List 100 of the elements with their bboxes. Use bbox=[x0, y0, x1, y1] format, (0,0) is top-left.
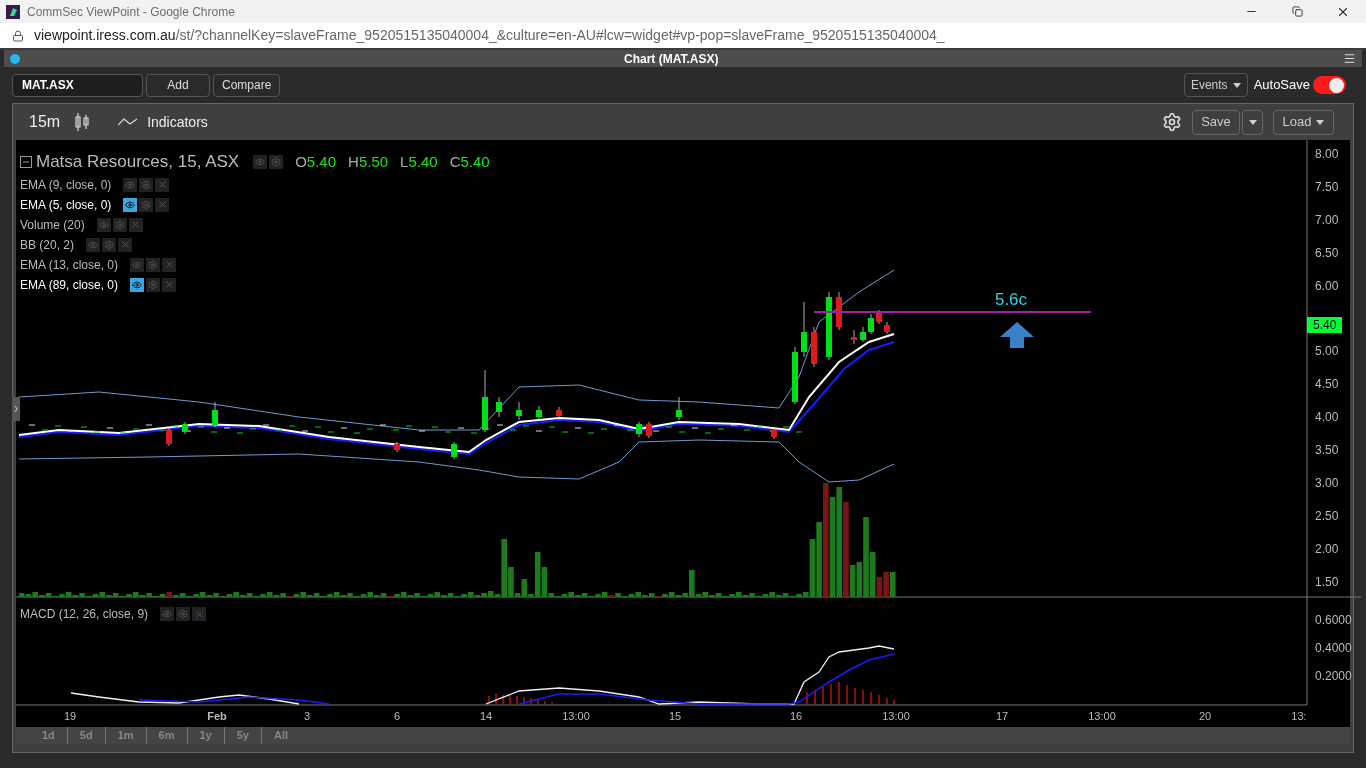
events-dropdown[interactable]: Events bbox=[1183, 73, 1248, 97]
window-title: CommSec ViewPoint - Google Chrome bbox=[27, 3, 235, 21]
price-axis-label: 3.00 bbox=[1315, 476, 1339, 490]
study-label: Volume (20) bbox=[20, 216, 85, 234]
price-axis-label: 5.00 bbox=[1315, 344, 1339, 359]
save-options-button[interactable] bbox=[1242, 109, 1263, 135]
time-axis-label: Feb bbox=[207, 710, 227, 722]
symbol-field[interactable]: MAT.ASX bbox=[12, 73, 143, 97]
settings-button[interactable] bbox=[146, 257, 161, 272]
eye-icon bbox=[98, 219, 109, 230]
toolbar-button[interactable]: Compare bbox=[213, 73, 281, 97]
eye-toggle[interactable] bbox=[123, 197, 138, 212]
close-icon bbox=[156, 179, 168, 190]
caret-icon bbox=[1316, 119, 1325, 125]
eye-icon bbox=[255, 156, 266, 167]
load-dropdown[interactable]: Load bbox=[1273, 109, 1334, 135]
autosave-label: AutoSave bbox=[1253, 76, 1310, 95]
price-axis-label: 2.50 bbox=[1315, 508, 1339, 523]
remove-button[interactable] bbox=[192, 607, 207, 621]
candlestick bbox=[536, 405, 542, 421]
close-icon bbox=[193, 608, 205, 620]
close-icon bbox=[119, 239, 131, 250]
price-axis-label: 3.50 bbox=[1315, 443, 1339, 458]
caret-icon bbox=[1248, 119, 1257, 125]
ohlc-value: H5.50 bbox=[348, 151, 389, 172]
url-text: viewpoint.iress.com.au/st/?channelKey=slaveFrame_9520515135040004_&culture=en-AU#lcw=widget#vp-pop=slaveFrame_9520515135040004_ bbox=[34, 26, 945, 45]
remove-button[interactable] bbox=[162, 257, 177, 272]
candlestick bbox=[556, 406, 562, 419]
time-axis-label: 15 bbox=[668, 710, 682, 722]
price-axis-label: 6.50 bbox=[1315, 245, 1339, 260]
gear-icon bbox=[178, 609, 189, 619]
lock-icon bbox=[12, 29, 24, 42]
settings-button[interactable] bbox=[112, 217, 127, 232]
remove-button[interactable] bbox=[155, 197, 170, 212]
ohlc-value: O5.40 bbox=[295, 151, 337, 172]
candlestick bbox=[496, 396, 502, 418]
study-label: BB (20, 2) bbox=[20, 236, 75, 254]
candlestick bbox=[636, 421, 642, 438]
study-label: MACD (12, 26, close, 9) bbox=[20, 606, 149, 623]
price-axis-label: 4.50 bbox=[1315, 377, 1339, 392]
candlestick bbox=[792, 346, 798, 405]
settings-button[interactable] bbox=[269, 154, 284, 169]
price-axis-label: 2.00 bbox=[1315, 541, 1339, 556]
candlestick-icon[interactable] bbox=[74, 113, 91, 131]
candlestick bbox=[516, 401, 522, 421]
time-axis-label: 6 bbox=[393, 710, 401, 722]
price-axis-label: 8.00 bbox=[1315, 147, 1339, 161]
up-arrow-icon bbox=[1000, 322, 1034, 348]
time-axis-label: 13:00 bbox=[1088, 710, 1116, 722]
settings-button[interactable] bbox=[139, 177, 154, 192]
time-axis-label: 20 bbox=[1198, 710, 1212, 722]
price-axis-label: 7.50 bbox=[1315, 179, 1339, 194]
candlestick bbox=[646, 421, 652, 439]
eye-icon bbox=[132, 279, 143, 290]
remove-button[interactable] bbox=[162, 277, 177, 292]
autosave-toggle[interactable] bbox=[1313, 76, 1346, 94]
close-icon bbox=[163, 259, 175, 270]
study-label: EMA (13, close, 0) bbox=[20, 256, 119, 274]
remove-button[interactable] bbox=[128, 217, 143, 232]
gear-icon bbox=[141, 179, 152, 190]
candlestick bbox=[394, 441, 400, 453]
line-chart-icon bbox=[118, 118, 139, 126]
ohlc-value: L5.40 bbox=[400, 151, 438, 172]
remove-button[interactable] bbox=[155, 177, 170, 192]
gear-icon bbox=[148, 279, 159, 290]
study-label: EMA (89, close, 0) bbox=[20, 276, 119, 294]
eye-toggle[interactable] bbox=[96, 217, 111, 232]
app-logo-icon bbox=[6, 4, 20, 19]
candlestick bbox=[826, 291, 832, 361]
eye-toggle[interactable] bbox=[123, 177, 138, 192]
address-bar[interactable]: viewpoint.iress.com.au/st/?channelKey=slaveFrame_9520515135040004_&culture=en-AU#lcw=widget#vp-pop=slaveFrame_9520515135040004_ bbox=[0, 23, 1366, 50]
sidebar-expand-handle[interactable] bbox=[12, 397, 20, 421]
candlestick bbox=[212, 401, 218, 428]
panel-title: Chart (MAT.ASX) bbox=[624, 50, 719, 68]
eye-toggle[interactable] bbox=[130, 257, 145, 272]
candlestick bbox=[182, 421, 188, 435]
remove-button[interactable] bbox=[118, 237, 133, 252]
interval-button[interactable]: 15m bbox=[29, 110, 61, 134]
eye-icon bbox=[162, 609, 173, 619]
eye-toggle[interactable] bbox=[253, 154, 268, 169]
eye-toggle[interactable] bbox=[130, 277, 145, 292]
save-button[interactable]: Save bbox=[1192, 109, 1240, 135]
toolbar-button[interactable]: Add bbox=[146, 73, 210, 97]
settings-button[interactable] bbox=[102, 237, 117, 252]
menu-icon[interactable] bbox=[1343, 52, 1356, 65]
instrument-title: Matsa Resources, 15, ASX bbox=[36, 151, 240, 173]
time-axis-label: 16 bbox=[789, 710, 803, 722]
study-label: EMA (5, close, 0) bbox=[20, 196, 112, 214]
price-axis-label: 6.00 bbox=[1315, 278, 1339, 293]
candlestick bbox=[811, 326, 817, 368]
indicators-button[interactable]: Indicators bbox=[147, 111, 208, 133]
settings-icon[interactable] bbox=[1162, 112, 1182, 132]
candlestick bbox=[884, 321, 890, 335]
eye-toggle[interactable] bbox=[160, 607, 175, 621]
settings-button[interactable] bbox=[176, 607, 191, 621]
candlestick bbox=[860, 326, 866, 343]
eye-icon bbox=[125, 199, 136, 210]
collapse-icon[interactable] bbox=[20, 155, 32, 168]
eye-toggle[interactable] bbox=[86, 237, 101, 252]
candlestick bbox=[451, 441, 457, 460]
